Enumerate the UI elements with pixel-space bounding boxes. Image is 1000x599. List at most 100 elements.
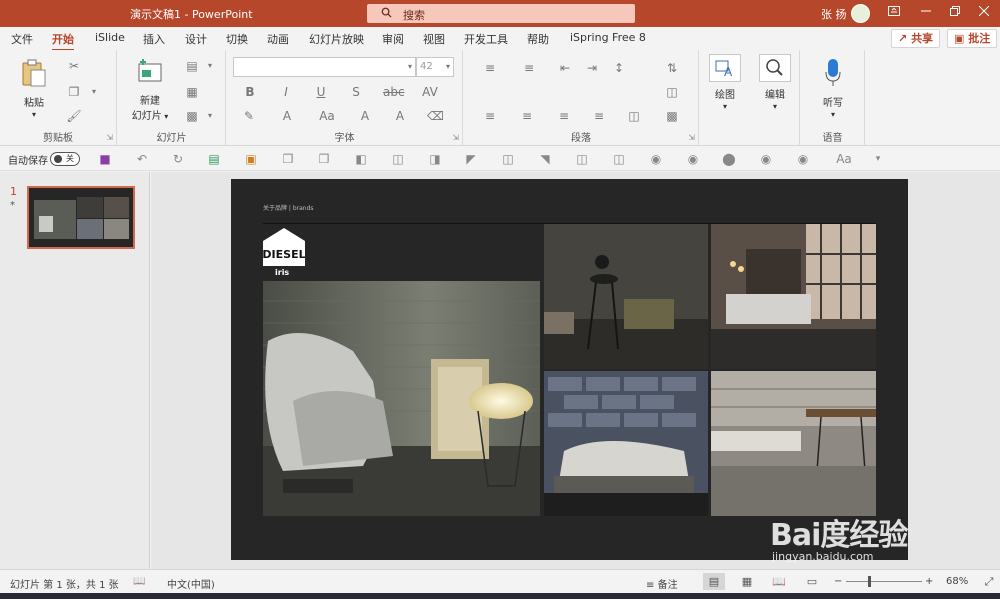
select-icon[interactable]: ▣ — [243, 151, 259, 167]
new-slide-button[interactable]: 新建 幻灯片 ▾ — [130, 58, 170, 122]
numbering-icon[interactable]: ≡ — [521, 60, 537, 76]
avatar[interactable] — [851, 4, 870, 23]
shadow-icon[interactable]: S — [348, 84, 364, 100]
justify-icon[interactable]: ≡ — [591, 108, 607, 124]
close-icon[interactable] — [972, 3, 996, 23]
copy-icon[interactable]: ❐ — [66, 84, 82, 100]
dictate-button[interactable]: 听写 ▾ — [815, 58, 851, 120]
section-dropdown-icon[interactable]: ▾ — [202, 108, 218, 124]
align-bottom-icon[interactable]: ◥ — [537, 151, 553, 167]
paste-button[interactable]: 粘贴 ▾ — [16, 58, 52, 120]
cut-icon[interactable]: ✂ — [66, 58, 82, 74]
reset-icon[interactable]: ▦ — [184, 84, 200, 100]
distribute-horizontal-icon[interactable]: ◫ — [574, 151, 590, 167]
tab-transitions[interactable]: 切换 — [226, 31, 248, 47]
tab-slideshow[interactable]: 幻灯片放映 — [309, 31, 364, 47]
redo-icon[interactable]: ↻ — [170, 151, 186, 167]
notes-button[interactable]: ≡ 备注 — [646, 576, 678, 591]
tab-help[interactable]: 帮助 — [527, 31, 549, 47]
align-top-icon[interactable]: ◤ — [463, 151, 479, 167]
tab-home[interactable]: 开始 — [52, 31, 74, 51]
union-icon[interactable]: ◉ — [648, 151, 664, 167]
fit-to-window-icon[interactable]: ⤢ — [978, 573, 1000, 590]
align-left-icon[interactable]: ≡ — [482, 108, 498, 124]
grow-font-icon[interactable]: A — [357, 108, 373, 124]
autosave-toggle[interactable]: 关 — [50, 152, 80, 166]
change-case-icon[interactable]: Aa — [832, 151, 856, 167]
case-icon[interactable]: Aa — [319, 108, 335, 124]
ungroup-icon[interactable]: ❐ — [316, 151, 332, 167]
user-name[interactable]: 张 扬 — [821, 6, 847, 22]
format-painter-icon[interactable]: 🖌 — [66, 108, 82, 124]
tab-animations[interactable]: 动画 — [267, 31, 289, 47]
slide-thumbnail[interactable] — [27, 186, 135, 249]
normal-view-icon[interactable]: ▤ — [703, 573, 725, 590]
strikethrough-icon[interactable]: abc — [383, 84, 405, 100]
subtract-icon[interactable]: ◉ — [795, 151, 811, 167]
intersect-icon[interactable]: ◉ — [758, 151, 774, 167]
smartart-icon[interactable]: ▩ — [664, 108, 680, 124]
editing-button[interactable]: 编辑 ▾ — [758, 54, 792, 112]
italic-icon[interactable]: I — [278, 84, 294, 100]
slideshow-icon[interactable]: ▭ — [801, 573, 823, 590]
layout-icon[interactable]: ▤ — [184, 58, 200, 74]
zoom-in-icon[interactable]: + — [925, 576, 933, 587]
save-icon[interactable]: ■ — [97, 151, 113, 167]
fragment-icon[interactable]: ⬤ — [721, 151, 737, 167]
font-name-box[interactable]: ▾ — [233, 57, 416, 77]
paragraph-dialog-launcher-icon[interactable]: ⇲ — [688, 133, 695, 142]
font-size-box[interactable]: 42 ▾ — [416, 57, 454, 77]
bold-icon[interactable]: B — [242, 84, 258, 100]
copy-dropdown-icon[interactable]: ▾ — [86, 84, 102, 100]
tab-review[interactable]: 审阅 — [382, 31, 404, 47]
distribute-vertical-icon[interactable]: ◫ — [611, 151, 627, 167]
align-right-icon[interactable]: ≡ — [556, 108, 572, 124]
decrease-indent-icon[interactable]: ⇤ — [557, 60, 573, 76]
reading-view-icon[interactable]: 📖 — [768, 573, 790, 590]
zoom-level[interactable]: 68% — [946, 576, 968, 587]
align-right-objects-icon[interactable]: ◨ — [427, 151, 443, 167]
customize-qat-icon[interactable]: ▾ — [870, 151, 886, 167]
share-button[interactable]: ↗ 共享 — [891, 29, 941, 48]
font-color-icon[interactable]: A — [279, 108, 295, 124]
font-dialog-launcher-icon[interactable]: ⇲ — [452, 133, 459, 142]
photo-bedroom[interactable] — [544, 371, 708, 516]
search-box[interactable]: 搜索 — [367, 4, 635, 23]
align-center-objects-icon[interactable]: ◫ — [390, 151, 406, 167]
combine-icon[interactable]: ◉ — [685, 151, 701, 167]
zoom-slider-track[interactable] — [846, 581, 922, 582]
drawing-button[interactable]: A 绘图 ▾ — [708, 54, 742, 112]
clear-formatting-icon[interactable]: ⌫ — [427, 108, 444, 124]
text-direction-icon[interactable]: ⇅ — [664, 60, 680, 76]
zoom-slider-thumb[interactable] — [868, 576, 871, 587]
photo-living-room[interactable] — [711, 224, 876, 369]
dialog-launcher-icon[interactable]: ⇲ — [106, 133, 113, 142]
photo-armchair[interactable] — [263, 281, 540, 516]
line-spacing-icon[interactable]: ↕ — [611, 60, 627, 76]
tab-insert[interactable]: 插入 — [143, 31, 165, 47]
zoom-out-icon[interactable]: − — [834, 576, 842, 587]
tab-view[interactable]: 视图 — [423, 31, 445, 47]
tab-file[interactable]: 文件 — [11, 31, 33, 47]
ribbon-display-options-icon[interactable] — [882, 3, 906, 23]
align-left-objects-icon[interactable]: ◧ — [353, 151, 369, 167]
slide-sorter-icon[interactable]: ▦ — [736, 573, 758, 590]
language-status[interactable]: 中文(中国) — [167, 576, 215, 591]
undo-icon[interactable]: ↶ — [134, 151, 150, 167]
increase-indent-icon[interactable]: ⇥ — [584, 60, 600, 76]
layout-dropdown-icon[interactable]: ▾ — [202, 58, 218, 74]
group-icon[interactable]: ❐ — [280, 151, 296, 167]
underline-icon[interactable]: U — [313, 84, 329, 100]
align-middle-icon[interactable]: ◫ — [500, 151, 516, 167]
align-center-icon[interactable]: ≡ — [519, 108, 535, 124]
bullets-icon[interactable]: ≡ — [482, 60, 498, 76]
minimize-icon[interactable] — [914, 3, 938, 23]
highlight-icon[interactable]: ✎ — [241, 108, 257, 124]
restore-icon[interactable] — [943, 3, 967, 23]
comment-button[interactable]: ▣ 批注 — [947, 29, 998, 48]
section-icon[interactable]: ▩ — [184, 108, 200, 124]
tab-developer[interactable]: 开发工具 — [464, 31, 508, 47]
photo-side-table[interactable] — [544, 224, 708, 369]
char-spacing-icon[interactable]: AV — [422, 84, 438, 100]
align-text-icon[interactable]: ◫ — [664, 84, 680, 100]
